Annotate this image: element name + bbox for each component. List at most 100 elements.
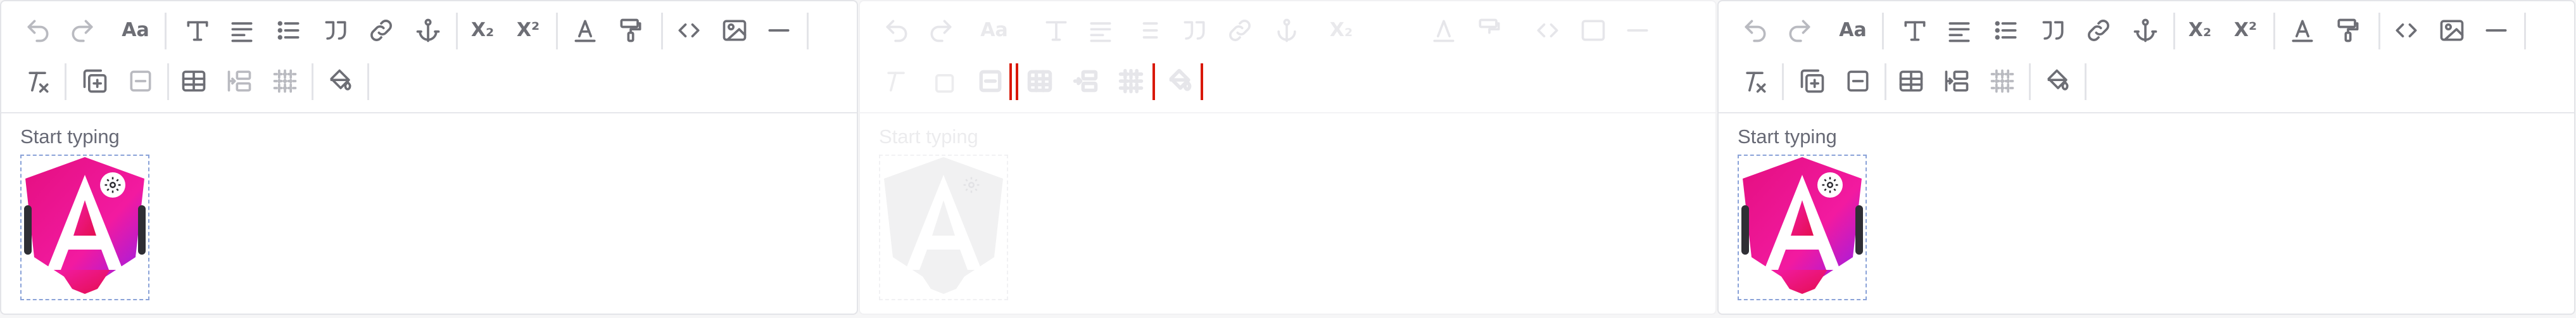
editor-content[interactable]: Start typing: [20, 125, 838, 307]
undo-button[interactable]: [19, 11, 57, 49]
paint-bucket-icon: [1169, 68, 1192, 91]
subscript-button[interactable]: X₂: [464, 11, 502, 49]
bullet-list-icon: [1142, 22, 1158, 39]
text-color-icon: [1433, 20, 1455, 42]
bullet-list-button[interactable]: [270, 11, 308, 49]
image-settings-button[interactable]: [100, 172, 125, 198]
code-button[interactable]: [2387, 11, 2425, 49]
link-button[interactable]: [2080, 11, 2118, 49]
image-button[interactable]: [1574, 11, 1612, 49]
font-size-button[interactable]: Aa: [1834, 11, 1872, 49]
blockquote-button[interactable]: [317, 11, 355, 49]
delete-table-button[interactable]: [122, 62, 160, 100]
align-button[interactable]: [1940, 11, 1978, 49]
format-painter-button[interactable]: [612, 11, 650, 49]
delete-table-button[interactable]: [1839, 62, 1877, 100]
table-button[interactable]: [175, 62, 213, 100]
clear-format-button[interactable]: [878, 62, 916, 100]
heading-button[interactable]: [1037, 11, 1075, 49]
superscript-button[interactable]: X²: [509, 11, 547, 49]
superscript-button[interactable]: X²: [2226, 11, 2264, 49]
toolbar-row-tables: [1, 56, 857, 106]
resize-handle-right[interactable]: [138, 205, 146, 255]
editor-content[interactable]: Start typing: [879, 125, 1696, 307]
resize-handle-left[interactable]: [24, 205, 32, 255]
horizontal-rule-button[interactable]: [1619, 11, 1657, 49]
format-painter-button[interactable]: [1470, 11, 1508, 49]
bullet-list-button[interactable]: [1987, 11, 2025, 49]
selected-image[interactable]: [879, 155, 1008, 300]
blockquote-button[interactable]: [1175, 11, 1213, 49]
toolbar-separator: [367, 63, 369, 100]
cell-grid-button[interactable]: [1983, 62, 2021, 100]
heading-button[interactable]: [1896, 11, 1934, 49]
font-size-icon: Aa: [1839, 19, 1867, 41]
font-size-button[interactable]: Aa: [117, 11, 155, 49]
horizontal-rule-button[interactable]: [760, 11, 798, 49]
delete-table-button[interactable]: [971, 62, 1009, 100]
text-color-button[interactable]: [566, 11, 604, 49]
selected-image[interactable]: [20, 155, 149, 300]
align-button[interactable]: [223, 11, 261, 49]
text-color-button[interactable]: [2283, 11, 2321, 49]
anchor-button[interactable]: [2126, 11, 2164, 49]
code-button[interactable]: [1529, 11, 1567, 49]
link-button[interactable]: [362, 11, 400, 49]
subscript-icon: X₂: [2188, 19, 2212, 41]
editor-content[interactable]: Start typing: [1738, 125, 2555, 307]
heading-button[interactable]: [179, 11, 217, 49]
resize-handle-right[interactable]: [1855, 205, 1863, 255]
code-button[interactable]: [670, 11, 708, 49]
anchor-button[interactable]: [1268, 11, 1306, 49]
fill-color-button[interactable]: [322, 62, 360, 100]
insert-table-button[interactable]: [76, 62, 114, 100]
redo-button[interactable]: [63, 11, 101, 49]
redo-button[interactable]: [1781, 11, 1819, 49]
link-icon: [1229, 20, 1251, 41]
blockquote-button[interactable]: [2034, 11, 2072, 49]
bullet-list-button[interactable]: [1128, 11, 1166, 49]
blockquote-icon: [325, 21, 346, 40]
resize-handle-left[interactable]: [1741, 205, 1749, 255]
clear-format-button[interactable]: [19, 62, 57, 100]
font-size-button[interactable]: Aa: [975, 11, 1013, 49]
link-icon: [370, 20, 392, 41]
image-button[interactable]: [2433, 11, 2471, 49]
editors-canvas: Aa X₂ X² Start typing Aa X₂ Start typing…: [0, 0, 2576, 318]
undo-button[interactable]: [1736, 11, 1774, 49]
subscript-button[interactable]: X₂: [1322, 11, 1360, 49]
anchor-icon: [2133, 18, 2157, 42]
table-button[interactable]: [1892, 62, 1930, 100]
insert-table-button[interactable]: [1793, 62, 1831, 100]
text-color-button[interactable]: [1425, 11, 1463, 49]
cell-grid-button[interactable]: [266, 62, 304, 100]
toolbar-row-formatting: Aa X₂: [1, 5, 857, 56]
insert-row-button[interactable]: [1938, 62, 1976, 100]
toolbar-row-tables: [1719, 56, 2574, 106]
redo-button[interactable]: [922, 11, 960, 49]
fill-color-button[interactable]: [2039, 62, 2077, 100]
image-settings-button[interactable]: [1817, 172, 1843, 198]
insert-table-button[interactable]: [923, 62, 961, 100]
insert-row-button[interactable]: [220, 62, 258, 100]
undo-button[interactable]: [878, 11, 916, 49]
image-settings-button[interactable]: [959, 172, 984, 198]
toolbar-separator: [807, 13, 809, 49]
table-button[interactable]: [1021, 62, 1059, 100]
link-button[interactable]: [1221, 11, 1259, 49]
insert-row-button[interactable]: [1066, 62, 1104, 100]
paint-bucket-icon: [2047, 69, 2069, 91]
format-painter-button[interactable]: [2329, 11, 2367, 49]
selected-image[interactable]: [1738, 155, 1867, 300]
horizontal-rule-button[interactable]: [2477, 11, 2515, 49]
add-box-icon: [1800, 69, 1824, 93]
subscript-button[interactable]: X₂: [2181, 11, 2219, 49]
image-icon: [2440, 20, 2464, 41]
image-button[interactable]: [716, 11, 754, 49]
fill-color-button[interactable]: [1161, 62, 1199, 100]
horizontal-rule-icon: [2485, 29, 2507, 32]
clear-format-button[interactable]: [1736, 62, 1774, 100]
cell-grid-button[interactable]: [1112, 62, 1150, 100]
anchor-button[interactable]: [409, 11, 447, 49]
align-button[interactable]: [1082, 11, 1120, 49]
